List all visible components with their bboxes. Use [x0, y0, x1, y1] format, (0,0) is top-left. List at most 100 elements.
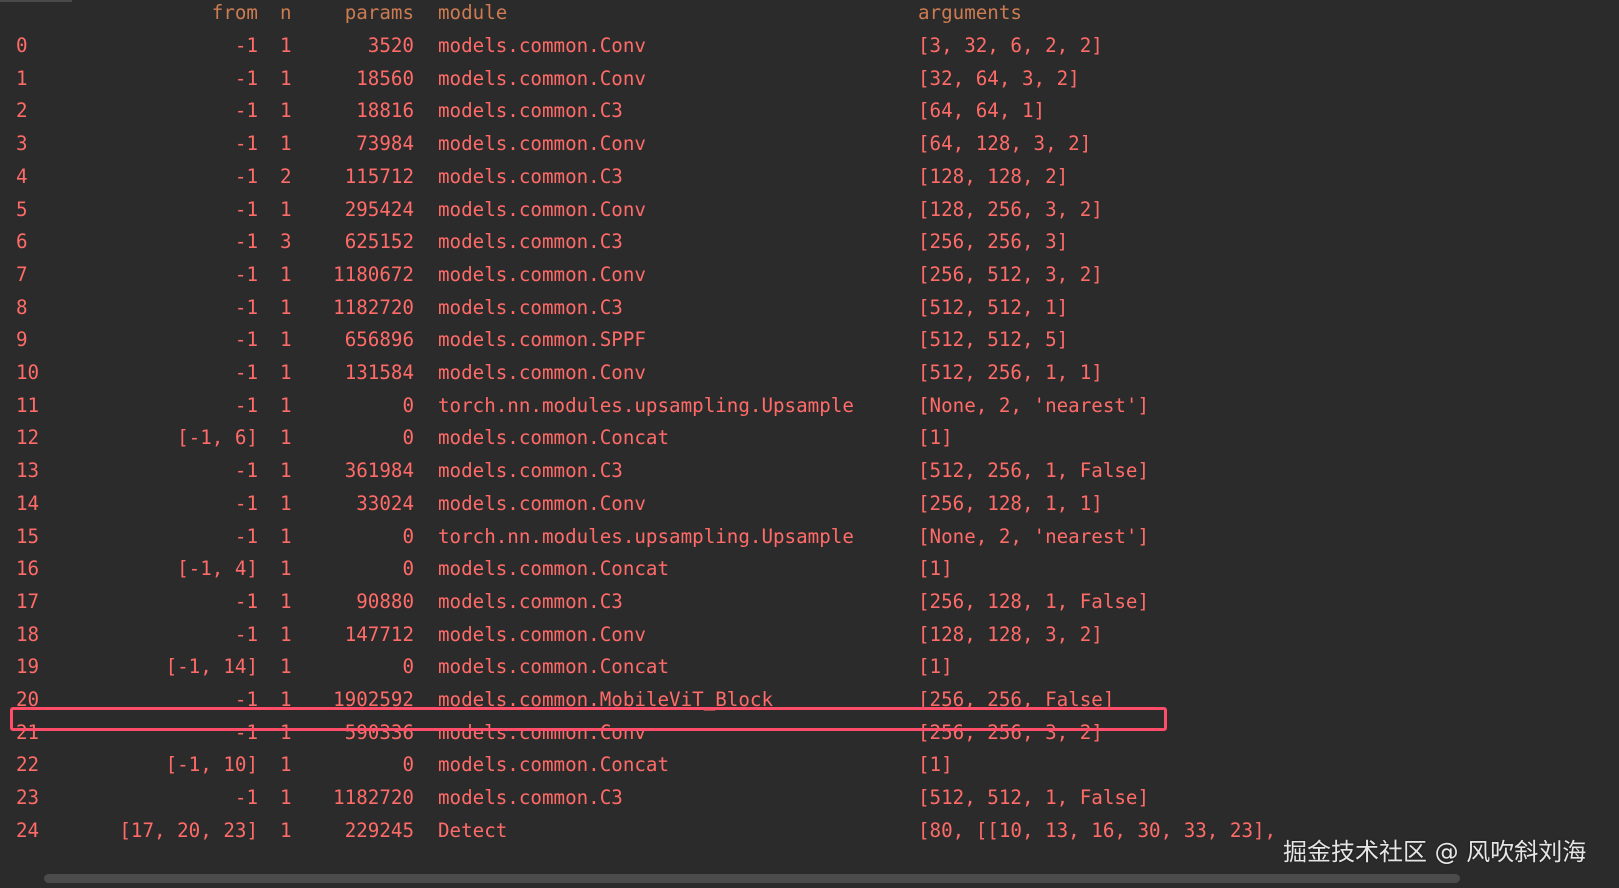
row-from: -1: [234, 589, 258, 613]
row-index: 13: [16, 459, 40, 483]
row-from: [-1, 10]: [165, 753, 258, 777]
row-index: 23: [16, 786, 40, 810]
row-n: 1: [280, 393, 292, 417]
table-row: 4 -1 2 115712 models.common.C3 [128, 128, 2]: [0, 162, 1619, 192]
row-index: 9: [16, 328, 28, 352]
row-n: 1: [280, 786, 292, 810]
row-params: 656896: [344, 328, 414, 352]
table-row: 9 -1 1 656896 models.common.SPPF [512, 512, 5…: [0, 325, 1619, 355]
table-row: 16 [-1, 4] 1 0 models.common.Concat [1]: [0, 554, 1619, 584]
row-n: 1: [280, 426, 292, 450]
row-arguments: [512, 256, 1, 1]: [918, 361, 1103, 384]
row-n: 1: [280, 491, 292, 515]
header-n: n: [280, 1, 292, 24]
row-arguments: [1]: [918, 426, 953, 450]
header-params: params: [344, 1, 414, 24]
row-module: models.common.C3: [438, 589, 623, 613]
row-from: -1: [234, 99, 258, 123]
row-params: 90880: [356, 589, 414, 613]
row-from: -1: [234, 524, 258, 548]
row-n: 1: [280, 818, 292, 842]
row-arguments: [512, 512, 5]: [918, 328, 1069, 352]
table-row: 0 -1 1 3520 models.common.Conv [3, 32, 6, 2, …: [0, 31, 1619, 61]
row-params: 1180672: [333, 262, 414, 286]
row-index: 15: [16, 524, 40, 548]
row-module: models.common.Concat: [438, 557, 670, 581]
row-module: models.common.Concat: [438, 655, 670, 679]
header-module: module: [438, 1, 508, 24]
row-module: models.common.Conv: [438, 622, 646, 646]
table-row: 2 -1 1 18816 models.common.C3 [64, 64, 1]: [0, 96, 1619, 126]
row-from: -1: [234, 34, 258, 57]
row-module: models.common.Conv: [438, 132, 646, 156]
row-params: 18816: [356, 99, 414, 123]
table-row: 17 -1 1 90880 models.common.C3 [256, 128, 1, …: [0, 587, 1619, 617]
row-params: 3520: [367, 34, 414, 57]
console-output: from n params module arguments 0 -1 1 3520 m…: [0, 0, 1619, 888]
row-module: models.common.C3: [438, 230, 623, 254]
table-row: 7 -1 1 1180672 models.common.Conv [256, 512, …: [0, 260, 1619, 290]
row-arguments: [None, 2, 'nearest']: [918, 393, 1150, 417]
row-from: [-1, 4]: [177, 557, 258, 581]
row-arguments: [512, 512, 1, False]: [918, 786, 1150, 810]
row-index: 2: [16, 99, 28, 123]
row-arguments: [256, 128, 1, 1]: [918, 491, 1103, 515]
row-arguments: [3, 32, 6, 2, 2]: [918, 34, 1103, 57]
header-from: from: [211, 1, 258, 24]
row-n: 3: [280, 230, 292, 254]
row-n: 1: [280, 589, 292, 613]
row-from: [-1, 14]: [165, 655, 258, 679]
row-arguments: [128, 128, 2]: [918, 164, 1069, 188]
row-index: 22: [16, 753, 40, 777]
row-params: 229245: [344, 818, 414, 842]
row-from: -1: [234, 328, 258, 352]
row-module: models.common.Conv: [438, 197, 646, 221]
row-module: models.common.C3: [438, 786, 623, 810]
row-n: 2: [280, 164, 292, 188]
row-params: 131584: [344, 361, 414, 384]
row-module: models.common.Concat: [438, 426, 670, 450]
row-arguments: [256, 512, 3, 2]: [918, 262, 1103, 286]
row-arguments: [256, 256, 3]: [918, 230, 1069, 254]
header-arguments: arguments: [918, 1, 1022, 24]
row-from: [-1, 6]: [177, 426, 258, 450]
row-module: models.common.Conv: [438, 361, 646, 384]
table-row: 13 -1 1 361984 models.common.C3 [512, 256, 1,…: [0, 456, 1619, 486]
row-from: -1: [234, 132, 258, 156]
row-n: 1: [280, 524, 292, 548]
table-row: 1 -1 1 18560 models.common.Conv [32, 64, 3, 2…: [0, 64, 1619, 94]
row-arguments: [1]: [918, 655, 953, 679]
row-params: 33024: [356, 491, 414, 515]
table-row: 8 -1 1 1182720 models.common.C3 [512, 512, 1]: [0, 293, 1619, 323]
row-params: 625152: [344, 230, 414, 254]
row-arguments: [1]: [918, 557, 953, 581]
row-index: 7: [16, 262, 28, 286]
row-index: 18: [16, 622, 40, 646]
row-from: -1: [234, 66, 258, 90]
row-n: 1: [280, 99, 292, 123]
row-n: 1: [280, 753, 292, 777]
row-module: models.common.C3: [438, 295, 623, 319]
row-module: models.common.Conv: [438, 34, 646, 57]
row-arguments: [128, 128, 3, 2]: [918, 622, 1103, 646]
row-module: models.common.Concat: [438, 753, 670, 777]
row-n: 1: [280, 66, 292, 90]
row-arguments: [None, 2, 'nearest']: [918, 524, 1150, 548]
row-n: 1: [280, 295, 292, 319]
row-n: 1: [280, 557, 292, 581]
row-index: 5: [16, 197, 28, 221]
row-module: torch.nn.modules.upsampling.Upsample: [438, 393, 854, 417]
row-n: 1: [280, 34, 292, 57]
row-from: -1: [234, 622, 258, 646]
row-arguments: [128, 256, 3, 2]: [918, 197, 1103, 221]
row-module: models.common.Conv: [438, 262, 646, 286]
row-params: 0: [402, 393, 414, 417]
row-n: 1: [280, 132, 292, 156]
horizontal-scrollbar-thumb[interactable]: [44, 874, 1460, 883]
table-row: 6 -1 3 625152 models.common.C3 [256, 256, 3]: [0, 227, 1619, 257]
row-index: 10: [16, 361, 40, 384]
table-row: 10 -1 1 131584 models.common.Conv [512, 256, …: [0, 358, 1619, 388]
row-n: 1: [280, 197, 292, 221]
row-index: 14: [16, 491, 40, 515]
row-from: -1: [234, 230, 258, 254]
